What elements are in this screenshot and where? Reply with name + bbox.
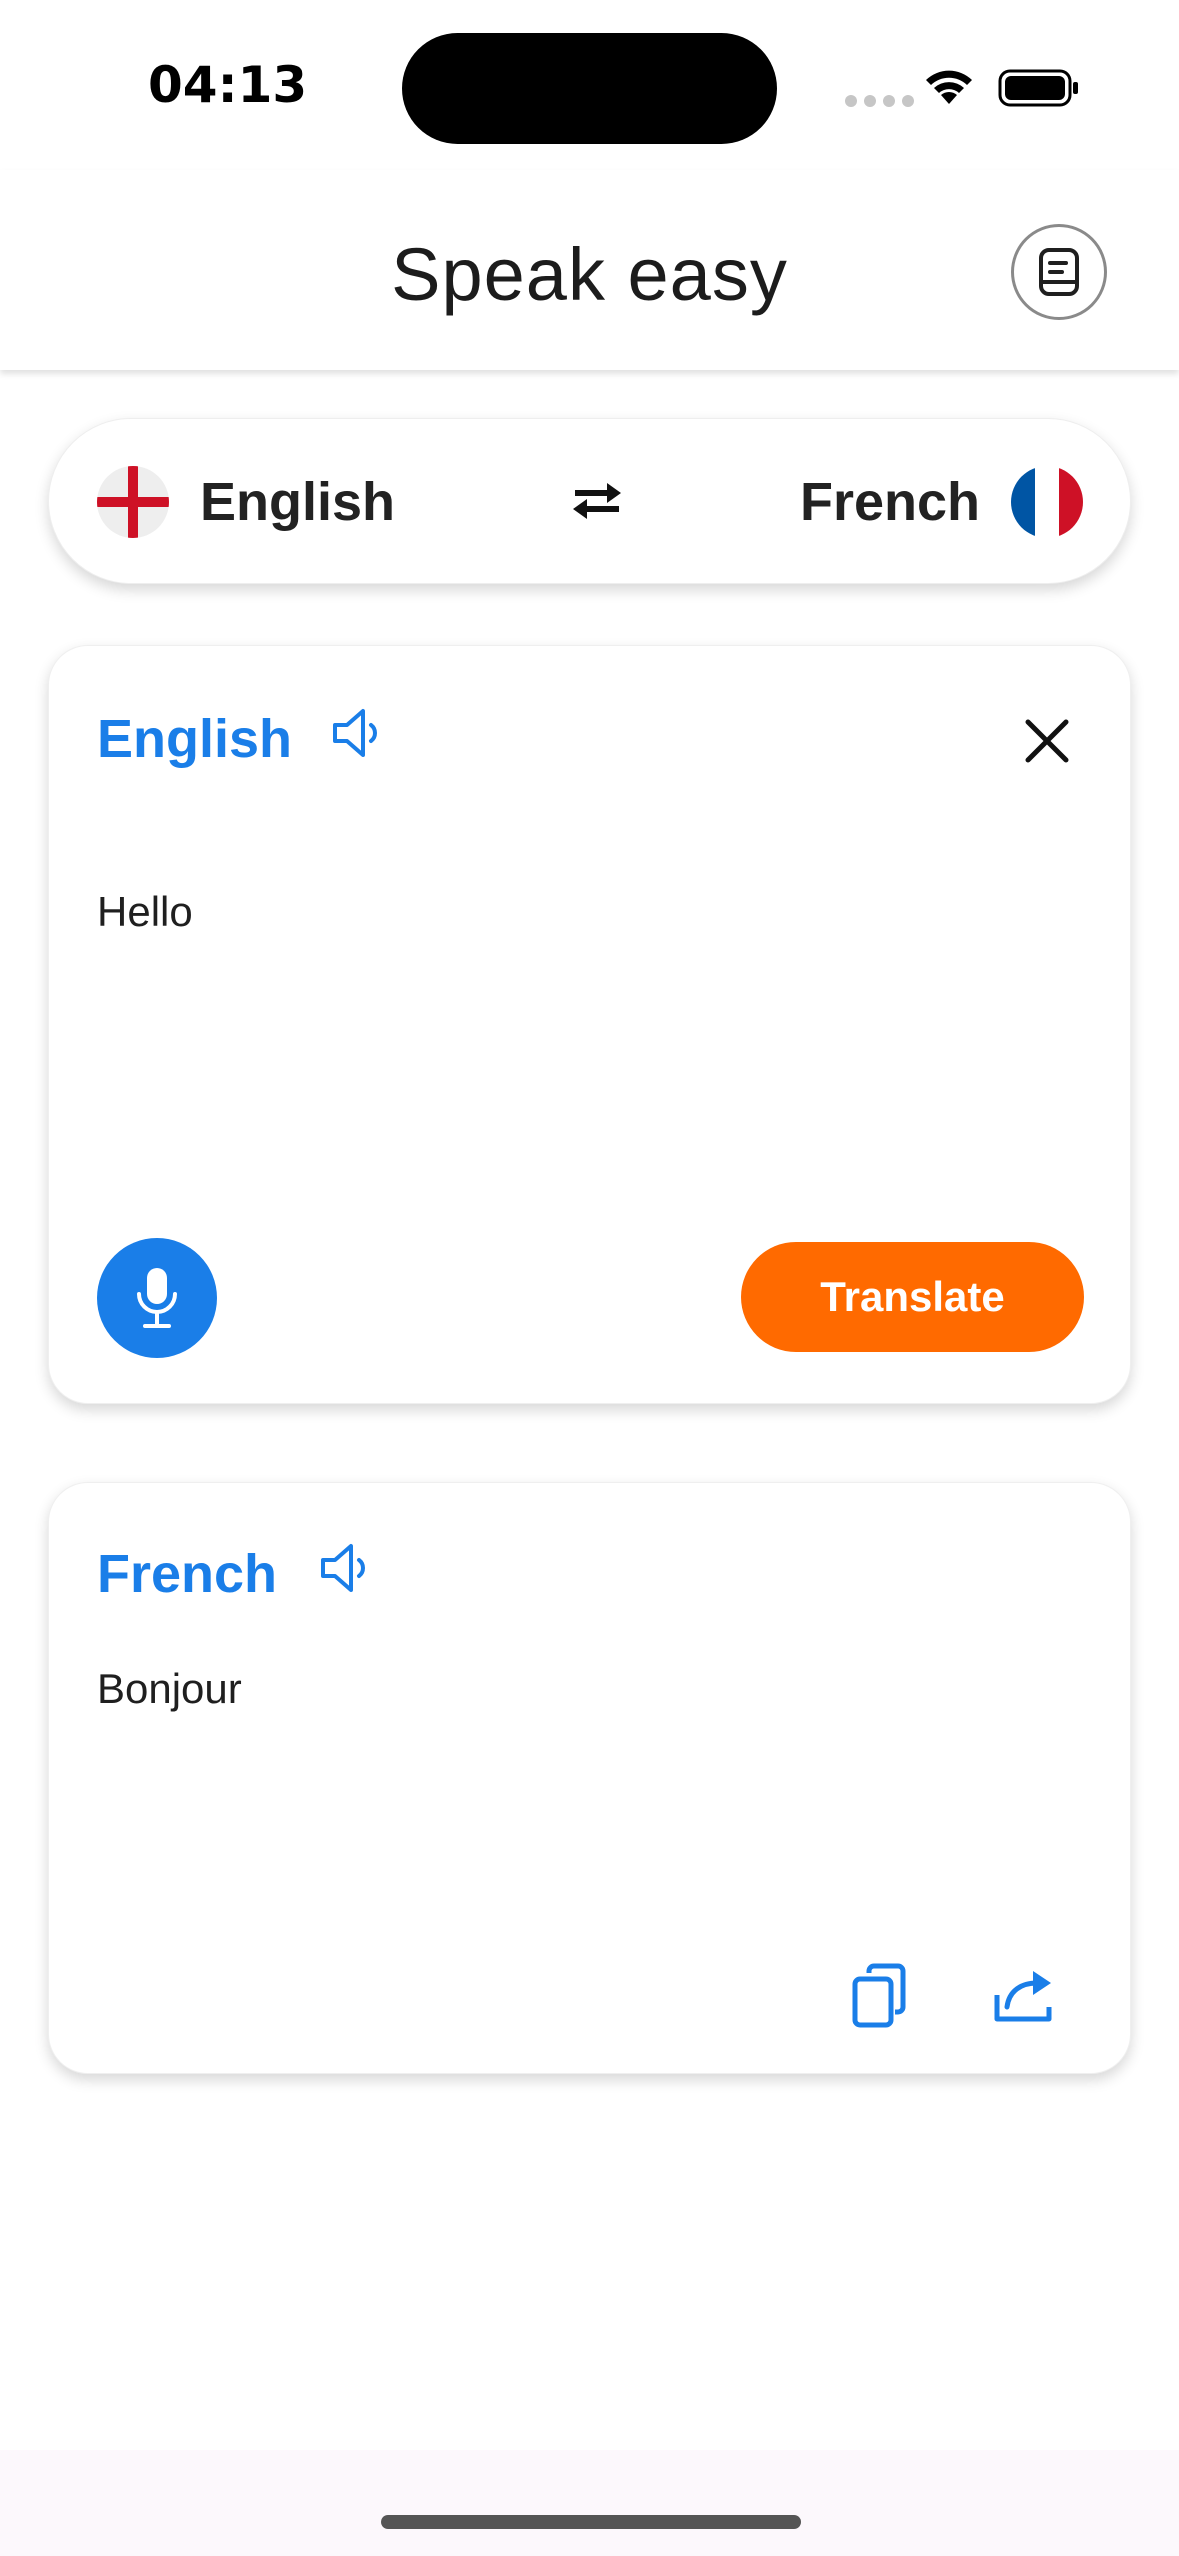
language-selector: English French <box>48 418 1131 584</box>
speaker-icon[interactable] <box>327 703 387 763</box>
translate-button[interactable]: Translate <box>741 1242 1084 1352</box>
battery-icon <box>998 69 1078 107</box>
status-time: 04:13 <box>148 56 308 114</box>
screen: 04:13 Speak easy English French English … <box>0 0 1179 2556</box>
wifi-icon <box>926 70 972 104</box>
bottom-safe-area <box>0 2450 1179 2556</box>
history-icon <box>1039 248 1079 296</box>
france-flag-icon[interactable] <box>1011 466 1083 538</box>
dynamic-island <box>402 33 777 144</box>
page-title: Speak easy <box>391 233 788 316</box>
app-bar: Speak easy <box>0 170 1179 370</box>
swap-languages-button[interactable] <box>557 461 637 541</box>
status-bar: 04:13 <box>0 0 1179 170</box>
clear-text-button[interactable] <box>1022 716 1072 766</box>
source-text-input[interactable]: Hello <box>97 888 193 936</box>
translated-text: Bonjour <box>97 1665 242 1712</box>
output-card: French Bonjour <box>48 1482 1131 2074</box>
target-language-label[interactable]: French <box>800 471 980 533</box>
microphone-button[interactable] <box>97 1238 217 1358</box>
share-icon[interactable] <box>989 1961 1059 2031</box>
speaker-icon[interactable] <box>315 1538 375 1598</box>
england-flag-icon[interactable] <box>97 466 169 538</box>
input-language-label: English <box>97 709 293 769</box>
cellular-signal-icon <box>845 95 914 107</box>
output-language-label: French <box>97 1544 278 1604</box>
source-language-label[interactable]: English <box>200 471 395 533</box>
microphone-icon <box>137 1268 177 1328</box>
copy-icon[interactable] <box>849 1961 919 2031</box>
swap-icon <box>573 483 621 519</box>
history-button[interactable] <box>1011 224 1107 320</box>
home-indicator[interactable] <box>381 2515 801 2529</box>
input-card: English Hello Translate <box>48 645 1131 1404</box>
